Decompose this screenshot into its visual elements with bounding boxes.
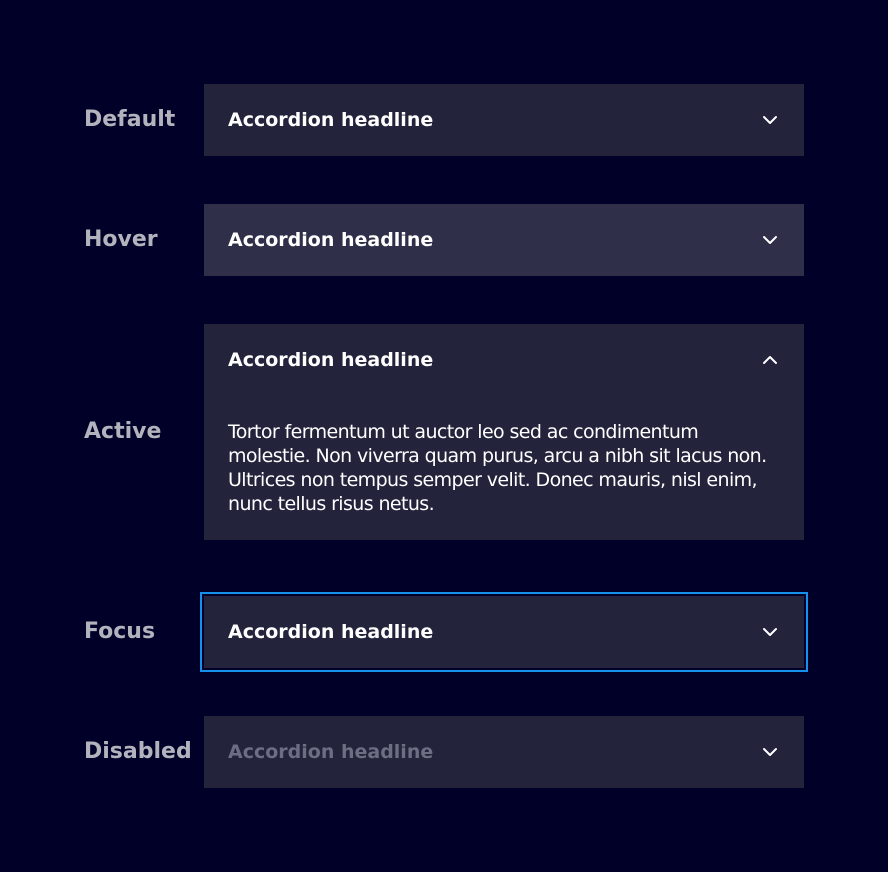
accordion-disabled: Accordion headline	[204, 716, 804, 788]
chevron-down-icon	[760, 742, 780, 762]
accordion-header-default[interactable]: Accordion headline	[204, 84, 804, 156]
accordion-title: Accordion headline	[228, 741, 434, 763]
chevron-down-icon	[760, 110, 780, 130]
chevron-up-icon	[760, 350, 780, 370]
chevron-down-icon	[760, 230, 780, 250]
accordion-focus: Accordion headline	[200, 592, 808, 672]
accordion-header-focus[interactable]: Accordion headline	[204, 596, 804, 668]
state-label-hover: Hover	[84, 227, 158, 252]
chevron-down-icon	[760, 622, 780, 642]
accordion-title: Accordion headline	[228, 229, 434, 251]
accordion-header-hover[interactable]: Accordion headline	[204, 204, 804, 276]
state-label-focus: Focus	[84, 619, 156, 644]
accordion-header-active[interactable]: Accordion headline	[204, 324, 804, 396]
state-label-disabled: Disabled	[84, 739, 192, 764]
accordion-title: Accordion headline	[228, 349, 434, 371]
accordion-title: Accordion headline	[228, 109, 434, 131]
accordion-content: Tortor fermentum ut auctor leo sed ac co…	[228, 421, 767, 515]
state-label-default: Default	[84, 107, 176, 132]
accordion-active: Accordion headline Tortor fermentum ut a…	[204, 324, 804, 540]
state-label-active: Active	[84, 419, 162, 444]
accordion-hover: Accordion headline	[204, 204, 804, 276]
accordion-title: Accordion headline	[228, 621, 434, 643]
accordion-header-disabled: Accordion headline	[204, 716, 804, 788]
accordion-default: Accordion headline	[204, 84, 804, 156]
